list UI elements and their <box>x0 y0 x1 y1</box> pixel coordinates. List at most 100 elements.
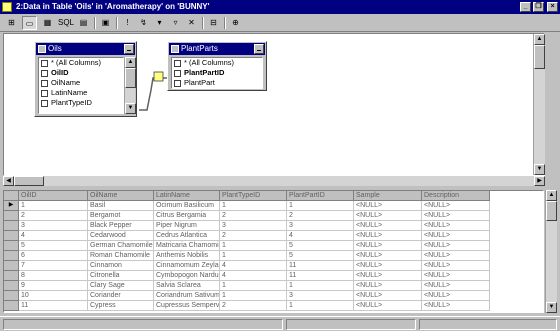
scroll-left-icon[interactable]: ◀ <box>3 176 14 186</box>
column-header[interactable]: OilID <box>19 191 88 201</box>
table-cell[interactable]: Citronella <box>88 271 154 281</box>
table-cell[interactable]: Cymbopogon Nardus <box>154 271 220 281</box>
table-row[interactable]: 5 German Chamomile Matricaria Chamomilla 1 5… <box>4 241 490 251</box>
table-cell[interactable]: Basil <box>88 201 154 211</box>
table-box-header[interactable]: PlantParts <box>169 43 265 55</box>
row-selector[interactable] <box>4 211 19 221</box>
sql-pane-icon[interactable]: SQL <box>58 16 74 30</box>
table-cell[interactable]: Piper Nigrum <box>154 221 220 231</box>
diagram-vertical-scrollbar[interactable]: ▲ ▼ <box>533 34 545 175</box>
row-selector[interactable] <box>4 231 19 241</box>
table-cell[interactable]: Matricaria Chamomilla <box>154 241 220 251</box>
table-cell[interactable]: 1 <box>287 281 354 291</box>
table-cell[interactable]: 7 <box>19 261 88 271</box>
table-cell[interactable]: <NULL> <box>354 211 422 221</box>
table-cell[interactable]: 1 <box>220 291 287 301</box>
table-cell[interactable]: <NULL> <box>354 301 422 311</box>
table-row[interactable]: 2 Bergamot Citrus Bergamia 2 2 <NULL> <NULL> <box>4 211 490 221</box>
table-scrollbar[interactable]: ▲ ▼ <box>124 57 136 114</box>
table-row[interactable]: 3 Black Pepper Piper Nigrum 3 3 <NULL> <NULL> <box>4 221 490 231</box>
table-cell[interactable]: 1 <box>287 301 354 311</box>
sort-ascending-icon[interactable]: ▾ <box>152 16 167 30</box>
table-cell[interactable]: 4 <box>287 231 354 241</box>
table-cell[interactable]: 2 <box>287 211 354 221</box>
column-item[interactable]: LatinName <box>39 88 123 98</box>
app-icon[interactable] <box>2 2 12 12</box>
table-cell[interactable]: 1 <box>220 241 287 251</box>
table-cell[interactable]: <NULL> <box>354 271 422 281</box>
column-checkbox[interactable] <box>41 80 48 87</box>
table-row[interactable]: 9 Clary Sage Salvia Sclarea 1 1 <NULL> <NULL> <box>4 281 490 291</box>
column-header[interactable]: PlantTypeID <box>220 191 287 201</box>
scroll-thumb[interactable] <box>125 68 136 88</box>
table-cell[interactable]: 1 <box>220 251 287 261</box>
table-cell[interactable]: <NULL> <box>354 201 422 211</box>
table-cell[interactable]: Cedarwood <box>88 231 154 241</box>
results-grid[interactable]: OilID OilName LatinName PlantTypeID PlantPar… <box>3 190 544 313</box>
column-item[interactable]: * (All Columns) <box>172 58 262 68</box>
table-cell[interactable]: Cinnamon <box>88 261 154 271</box>
table-cell[interactable]: <NULL> <box>422 291 490 301</box>
column-item[interactable]: * (All Columns) <box>39 58 123 68</box>
table-cell[interactable]: 3 <box>220 221 287 231</box>
table-cell[interactable]: Clary Sage <box>88 281 154 291</box>
table-cell[interactable]: <NULL> <box>422 251 490 261</box>
remove-filter-icon[interactable]: ✕ <box>184 16 199 30</box>
table-cell[interactable]: <NULL> <box>354 251 422 261</box>
table-cell[interactable]: <NULL> <box>422 201 490 211</box>
table-cell[interactable]: Citrus Bergamia <box>154 211 220 221</box>
table-row[interactable]: 7CinnamonCinnamomum Zeylanicum411<NULL><… <box>4 261 490 271</box>
add-table-icon[interactable]: ⊕ <box>228 16 243 30</box>
scroll-up-icon[interactable]: ▲ <box>125 57 136 68</box>
table-cell[interactable]: 1 <box>19 201 88 211</box>
table-cell[interactable]: 5 <box>287 251 354 261</box>
run-icon[interactable]: ! <box>120 16 135 30</box>
table-cell[interactable]: Cupressus Sempervirens <box>154 301 220 311</box>
table-cell[interactable]: Ocimum Basilicum <box>154 201 220 211</box>
properties-icon[interactable]: ▣ <box>98 16 113 30</box>
table-cell[interactable]: Cypress <box>88 301 154 311</box>
table-cell[interactable]: <NULL> <box>422 301 490 311</box>
table-cell[interactable]: Coriandrum Sativum <box>154 291 220 301</box>
sql-mode-icon[interactable]: ⊞ <box>4 16 19 30</box>
column-header[interactable]: Sample <box>354 191 422 201</box>
table-row[interactable]: 11CypressCupressus Sempervirens21<NULL><… <box>4 301 490 311</box>
column-header[interactable]: Description <box>422 191 490 201</box>
close-button[interactable]: × <box>547 2 558 12</box>
current-row-icon[interactable]: ▶ <box>4 201 19 211</box>
table-cell[interactable]: Cinnamomum Zeylanicum <box>154 261 220 271</box>
table-cell[interactable]: <NULL> <box>354 281 422 291</box>
column-item[interactable]: OilID <box>39 68 123 78</box>
grid-pane-icon[interactable]: ▦ <box>40 16 55 30</box>
table-cell[interactable]: 4 <box>220 271 287 281</box>
table-cell[interactable]: 3 <box>287 291 354 301</box>
minimize-table-icon[interactable] <box>124 44 134 54</box>
table-cell[interactable]: <NULL> <box>354 221 422 231</box>
diagram-pane[interactable]: Oils * (All Columns) OilID OilName LatinNam… <box>3 33 545 176</box>
table-cell[interactable]: 5 <box>19 241 88 251</box>
row-selector[interactable] <box>4 221 19 231</box>
table-cell[interactable]: 2 <box>220 211 287 221</box>
table-cell[interactable]: 11 <box>287 261 354 271</box>
table-row[interactable]: 10 Coriander Coriandrum Sativum 1 3 <NULL> <NU… <box>4 291 490 301</box>
column-checkbox[interactable] <box>41 90 48 97</box>
table-cell[interactable]: 3 <box>287 221 354 231</box>
scroll-thumb[interactable] <box>14 176 44 186</box>
table-cell[interactable]: <NULL> <box>354 261 422 271</box>
table-box-oils[interactable]: Oils * (All Columns) OilID OilName LatinNam… <box>34 41 137 117</box>
table-cell[interactable]: 1 <box>287 201 354 211</box>
verify-sql-icon[interactable]: ↯ <box>136 16 151 30</box>
table-cell[interactable]: 11 <box>287 271 354 281</box>
diagram-horizontal-scrollbar[interactable]: ◀ ▶ <box>3 176 545 186</box>
sort-descending-icon[interactable]: ▿ <box>168 16 183 30</box>
minimize-button[interactable]: _ <box>520 2 531 12</box>
row-selector[interactable] <box>4 251 19 261</box>
table-cell[interactable]: 11 <box>19 301 88 311</box>
table-cell[interactable]: <NULL> <box>422 281 490 291</box>
column-checkbox[interactable] <box>174 60 181 67</box>
scroll-down-icon[interactable]: ▼ <box>534 164 545 175</box>
table-cell[interactable]: 1 <box>220 281 287 291</box>
column-header[interactable]: PlantPartID <box>287 191 354 201</box>
scroll-thumb[interactable] <box>534 45 545 69</box>
group-by-icon[interactable]: ⊟ <box>206 16 221 30</box>
